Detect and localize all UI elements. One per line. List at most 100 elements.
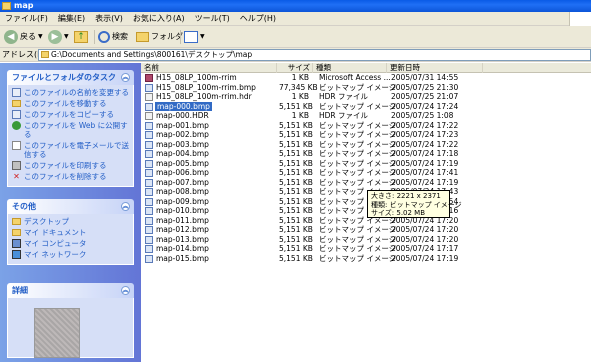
file-row[interactable]: H15_08LP_100m-rrim.hdr 1 KB HDR ファイル 2005/0… bbox=[141, 92, 591, 102]
other-places-list: デスクトップ マイ ドキュメント マイ コンピュータ マイ ネットワーク bbox=[7, 214, 134, 265]
file-row[interactable]: map-002.bmp 5,151 KB ビットマップ イメージ 2005/07/24… bbox=[141, 130, 591, 140]
place-my-documents[interactable]: マイ ドキュメント bbox=[12, 228, 129, 237]
task-email[interactable]: このファイルを電子メールで送信する bbox=[12, 141, 129, 159]
file-date: 2005/07/25 21:07 bbox=[391, 92, 459, 101]
email-icon bbox=[12, 141, 21, 150]
task-publish-web[interactable]: このファイルを Web に公開する bbox=[12, 121, 129, 139]
column-header-date[interactable]: 更新日時 bbox=[387, 63, 483, 73]
other-places-header[interactable]: その他 ︽ bbox=[7, 199, 134, 214]
forward-arrow-icon: ▶ bbox=[48, 30, 62, 44]
address-input[interactable]: G:\Documents and Settings\800161\デスクトップ\… bbox=[38, 49, 591, 61]
panel-title: その他 bbox=[12, 202, 36, 211]
file-name: map-003.bmp bbox=[156, 139, 209, 149]
file-row[interactable]: map-004.bmp 5,151 KB ビットマップ イメージ 2005/07/24… bbox=[141, 149, 591, 159]
menu-edit[interactable]: 編集(E) bbox=[53, 12, 90, 26]
file-size: 5,151 KB bbox=[279, 215, 313, 225]
file-size: 5,151 KB bbox=[279, 196, 313, 206]
file-size: 1 KB bbox=[291, 73, 309, 82]
up-folder-button[interactable]: ↑ bbox=[74, 29, 88, 45]
details-header[interactable]: 詳細 ︽ bbox=[7, 283, 134, 298]
task-label: このファイルを削除する bbox=[24, 172, 107, 181]
forward-dropdown-icon: ▼ bbox=[64, 33, 69, 40]
file-folder-tasks-header[interactable]: ファイルとフォルダのタスク ︽ bbox=[7, 70, 134, 85]
place-desktop[interactable]: デスクトップ bbox=[12, 217, 129, 226]
place-my-network[interactable]: マイ ネットワーク bbox=[12, 250, 129, 259]
task-label: このファイルを印刷する bbox=[24, 161, 107, 170]
back-dropdown-icon: ▼ bbox=[38, 33, 43, 40]
task-print[interactable]: このファイルを印刷する bbox=[12, 161, 129, 170]
file-row[interactable]: H15_08LP_100m-rrim.bmp 77,345 KB ビットマップ イメ… bbox=[141, 83, 591, 93]
task-rename[interactable]: このファイルの名前を変更する bbox=[12, 88, 129, 97]
file-type: ビットマップ イメージ bbox=[319, 139, 397, 149]
menu-view[interactable]: 表示(V) bbox=[90, 12, 128, 26]
panel-title: 詳細 bbox=[12, 286, 28, 295]
file-row[interactable]: map-000.HDR 1 KB HDR ファイル 2005/07/25 1:08 bbox=[141, 111, 591, 121]
task-list: このファイルの名前を変更する このファイルを移動する このファイルをコピーする … bbox=[7, 85, 134, 187]
column-header-type[interactable]: 種類 bbox=[313, 63, 387, 73]
file-row[interactable]: map-007.bmp 5,151 KB ビットマップ イメージ 2005/07/24… bbox=[141, 178, 591, 188]
file-row[interactable]: map-010.bmp5,151 KBビットマップ イメージ2005/07/24… bbox=[141, 206, 591, 216]
column-header-size[interactable]: サイズ bbox=[277, 63, 313, 73]
folders-button[interactable]: フォルダ bbox=[136, 29, 183, 45]
file-type: ビットマップ イメージ bbox=[319, 82, 397, 92]
file-size: 5,151 KB bbox=[279, 244, 313, 253]
file-row[interactable]: map-015.bmp 5,151 KB ビットマップ イメージ 2005/07/24… bbox=[141, 254, 591, 264]
file-row[interactable]: map-011.bmp 5,151 KB ビットマップ イメージ 2005/07/24… bbox=[141, 216, 591, 226]
file-row[interactable]: map-008.bmp5,151 KBビットマップ イメージ2005/07/24… bbox=[141, 187, 591, 197]
folder-icon bbox=[41, 51, 49, 58]
file-info-tooltip: 大きさ: 2221 x 2371 種類: ビットマップ イメージ サイズ: 5.… bbox=[367, 190, 462, 218]
copy-icon bbox=[12, 110, 21, 119]
file-row[interactable]: map-003.bmp 5,151 KB ビットマップ イメージ 2005/07/24… bbox=[141, 140, 591, 150]
bitmap-file-icon bbox=[145, 226, 153, 234]
menu-favorites[interactable]: お気に入り(A) bbox=[128, 12, 190, 26]
panel-title: ファイルとフォルダのタスク bbox=[12, 73, 116, 82]
file-date: 2005/07/24 17:22 bbox=[391, 139, 459, 149]
task-delete[interactable]: ✕ このファイルを削除する bbox=[12, 172, 129, 181]
file-row[interactable]: H15_08LP_100m-rrim 1 KB Microsoft Access .… bbox=[141, 73, 591, 83]
collapse-icon[interactable]: ︽ bbox=[121, 73, 130, 82]
task-label: このファイルを移動する bbox=[24, 99, 107, 108]
file-date: 2005/07/24 17:19 bbox=[391, 158, 459, 168]
other-places-panel: その他 ︽ デスクトップ マイ ドキュメント マイ コンピュータ マイ ネットワ… bbox=[7, 199, 134, 265]
web-icon bbox=[12, 121, 21, 130]
file-row[interactable]: map-000.bmp 5,151 KB ビットマップ イメージ 2005/07/24… bbox=[141, 101, 591, 111]
menu-tools[interactable]: ツール(T) bbox=[190, 12, 235, 26]
file-name: map-000.bmp bbox=[155, 101, 212, 111]
file-name: H15_08LP_100m-rrim.hdr bbox=[156, 92, 252, 101]
delete-icon: ✕ bbox=[13, 172, 20, 181]
toolbar: ◀ 戻る ▼ ▶ ▼ ↑ 検索 フォルダ ▼ bbox=[0, 26, 591, 48]
menu-help[interactable]: ヘルプ(H) bbox=[235, 12, 281, 26]
file-row[interactable]: map-005.bmp 5,151 KB ビットマップ イメージ 2005/07/24… bbox=[141, 159, 591, 169]
file-name: map-014.bmp bbox=[156, 244, 209, 253]
file-row[interactable]: map-014.bmp 5,151 KB ビットマップ イメージ 2005/07/24… bbox=[141, 244, 591, 254]
file-type: ビットマップ イメージ bbox=[319, 120, 397, 130]
my-documents-icon bbox=[12, 229, 21, 236]
collapse-icon[interactable]: ︽ bbox=[121, 202, 130, 211]
desktop-icon bbox=[12, 218, 21, 225]
task-copy[interactable]: このファイルをコピーする bbox=[12, 110, 129, 119]
file-size: 5,151 KB bbox=[279, 139, 313, 149]
rename-icon bbox=[12, 88, 21, 97]
views-button[interactable]: ▼ bbox=[184, 29, 205, 45]
place-label: マイ ネットワーク bbox=[24, 250, 87, 259]
search-button[interactable]: 検索 bbox=[98, 29, 128, 45]
file-row[interactable]: map-001.bmp 5,151 KB ビットマップ イメージ 2005/07/24… bbox=[141, 121, 591, 131]
file-row[interactable]: map-009.bmp5,151 KBビットマップ イメージ2005/07/24… bbox=[141, 197, 591, 207]
window-title: map bbox=[14, 1, 34, 10]
collapse-icon[interactable]: ︽ bbox=[121, 286, 130, 295]
address-bar: アドレス(D) G:\Documents and Settings\800161… bbox=[0, 48, 591, 62]
file-row[interactable]: map-012.bmp 5,151 KB ビットマップ イメージ 2005/07/24… bbox=[141, 225, 591, 235]
bitmap-file-icon bbox=[145, 245, 153, 253]
place-my-computer[interactable]: マイ コンピュータ bbox=[12, 239, 129, 248]
hdr-file-icon bbox=[145, 93, 153, 101]
file-name: map-008.bmp bbox=[156, 187, 209, 196]
menu-file[interactable]: ファイル(F) bbox=[0, 12, 53, 26]
column-header-name[interactable]: 名前 bbox=[141, 63, 277, 73]
back-button[interactable]: ◀ 戻る ▼ bbox=[4, 29, 43, 45]
forward-button[interactable]: ▶ ▼ bbox=[48, 29, 69, 45]
details-panel: 詳細 ︽ bbox=[7, 283, 134, 358]
file-type: ビットマップ イメージ bbox=[319, 253, 397, 263]
file-row[interactable]: map-006.bmp 5,151 KB ビットマップ イメージ 2005/07/24… bbox=[141, 168, 591, 178]
file-row[interactable]: map-013.bmp 5,151 KB ビットマップ イメージ 2005/07/24… bbox=[141, 235, 591, 245]
task-move[interactable]: このファイルを移動する bbox=[12, 99, 129, 108]
